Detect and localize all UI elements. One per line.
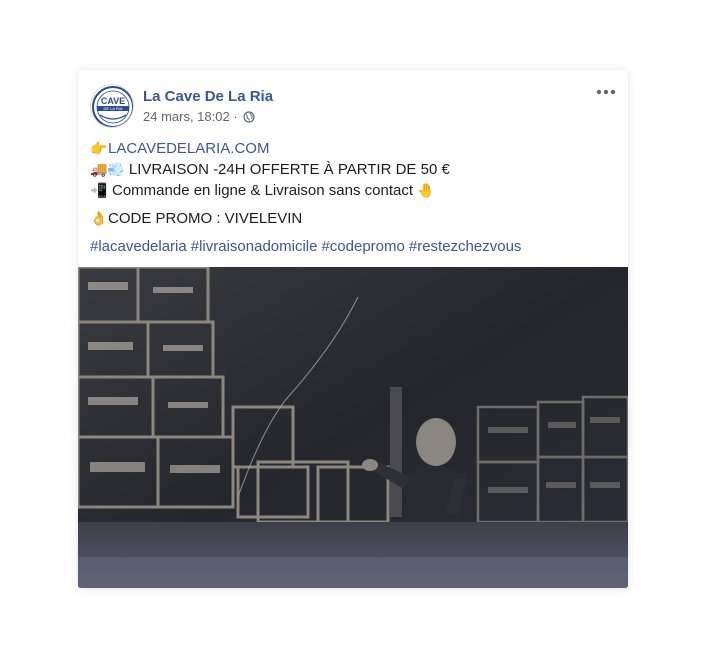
post-meta: 24 mars, 18:02 · xyxy=(143,109,255,126)
mobile-phone-icon: 📲 xyxy=(90,182,108,198)
post-header: CAVE DE LA RIA La Cave De La Ria 24 mars… xyxy=(78,70,628,136)
text-line-order: 📲 Commande en ligne & Livraison sans cont… xyxy=(90,180,616,201)
post-timestamp[interactable]: 24 mars, 18:02 xyxy=(143,109,230,124)
logo-text-top: CAVE xyxy=(101,96,125,106)
hashtag-link[interactable]: #codepromo xyxy=(321,238,404,255)
meta-separator: · xyxy=(233,109,238,124)
hashtag-link[interactable]: #lacavedelaria xyxy=(90,238,187,255)
hashtag-link[interactable]: #livraisonadomicile xyxy=(191,238,318,255)
page-name-link[interactable]: La Cave De La Ria xyxy=(143,88,273,105)
delivery-truck-icon: 🚚💨 xyxy=(90,161,125,177)
text-line-promo: 👌CODE PROMO : VIVELEVIN xyxy=(90,208,616,229)
ok-hand-icon: 👌 xyxy=(90,210,108,226)
text-line-delivery: 🚚💨 LIVRAISON -24H OFFERTE À PARTIR DE 50 … xyxy=(90,159,616,180)
website-link[interactable]: LACAVEDELARIA.COM xyxy=(108,140,269,157)
raised-hand-icon: 🤚 xyxy=(417,182,435,198)
post-card: CAVE DE LA RIA La Cave De La Ria 24 mars… xyxy=(78,70,628,588)
page-avatar[interactable]: CAVE DE LA RIA xyxy=(90,84,134,128)
order-text: Commande en ligne & Livraison sans conta… xyxy=(112,182,413,199)
hashtags: #lacavedelaria #livraisonadomicile #codepr… xyxy=(90,236,616,257)
more-options-icon[interactable] xyxy=(594,84,618,100)
post-photo[interactable] xyxy=(78,265,628,588)
logo-icon: CAVE DE LA RIA xyxy=(92,86,133,127)
promo-text: CODE PROMO : VIVELEVIN xyxy=(108,210,303,227)
pointing-hand-icon: 👉 xyxy=(90,140,108,156)
globe-icon xyxy=(243,111,255,126)
delivery-text: LIVRAISON -24H OFFERTE À PARTIR DE 50 € xyxy=(128,161,450,178)
post-text: 👉LACAVEDELARIA.COM 🚚💨 LIVRAISON -24H OFFE… xyxy=(90,138,616,257)
text-line-link: 👉LACAVEDELARIA.COM xyxy=(90,138,616,159)
hashtag-link[interactable]: #restezchezvous xyxy=(409,238,522,255)
vintage-warehouse-photo xyxy=(78,265,628,588)
logo-text-bottom: DE LA RIA xyxy=(103,106,122,111)
